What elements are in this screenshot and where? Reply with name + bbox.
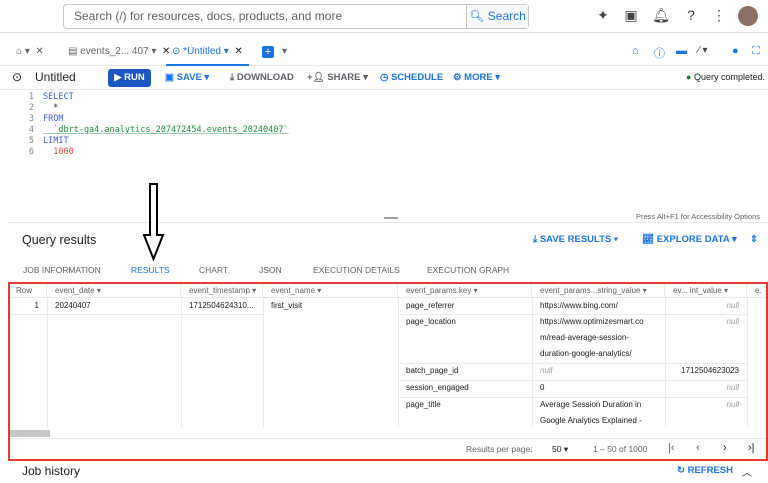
tab-job-information[interactable]: JOB INFORMATION (23, 258, 101, 282)
chevron-up-icon[interactable]: ︿ (742, 464, 752, 479)
code-line: `dbrt-ga4.analytics_207472454.events_202… (43, 125, 289, 135)
home-icon[interactable]: ⌂ (632, 45, 639, 57)
bell-icon[interactable]: 🔔︎ (652, 7, 670, 24)
tab-results[interactable]: RESULTS (116, 258, 185, 284)
schedule-label: SCHEDULE (390, 72, 444, 83)
more-button[interactable]: ⚙ MORE ▾ (453, 66, 500, 90)
run-button[interactable]: ▶ RUN (108, 69, 151, 87)
tab-label: events_2... 407 (80, 46, 149, 57)
sql-editor[interactable]: 1 2 3 4 5 6 SELECT * FROM `dbrt-ga4.anal… (0, 90, 768, 210)
avatar[interactable] (738, 6, 758, 26)
line-number: 4 (28, 125, 34, 135)
tab-untitled[interactable]: ⊙ *Untitled ▾ ✕ (166, 38, 249, 66)
top-bar: Search (/) for resources, docs, products… (0, 0, 768, 33)
accessibility-hint: Press Alt+F1 for Accessibility Options (636, 212, 761, 221)
more-vert-icon[interactable]: ⋮ (710, 7, 728, 24)
query-status: ● Query completed. (686, 72, 765, 82)
query-icon: ⊙ (172, 46, 181, 57)
results-tabs: JOB INFORMATION RESULTS CHART JSON EXECU… (0, 258, 768, 284)
check-circle-icon: ● (686, 72, 692, 82)
query-results-title: Query results (22, 233, 97, 247)
code-line: LIMIT (43, 136, 69, 146)
expand-collapse-icon[interactable]: ⇕ (750, 228, 758, 252)
run-label: RUN (124, 72, 145, 83)
refresh-label: REFRESH (687, 465, 734, 476)
code-line: FROM (43, 114, 64, 124)
search-button-label: Search (487, 9, 526, 23)
tab-chart[interactable]: CHART (199, 258, 228, 282)
line-number: 6 (28, 147, 34, 157)
save-results-label: SAVE RESULTS (539, 234, 612, 245)
tab-execution-graph[interactable]: EXECUTION GRAPH (427, 258, 509, 282)
tab-home[interactable]: ⌂ ▾ ✕ (16, 38, 44, 66)
save-button[interactable]: ▣ SAVE ▾ (165, 66, 209, 90)
explore-data-button[interactable]: 📈︎ EXPLORE DATA ▾ (642, 228, 737, 252)
explore-data-label: EXPLORE DATA (656, 234, 730, 245)
job-history-title: Job history (22, 464, 81, 478)
play-icon: ▶ (114, 72, 122, 83)
share-label: SHARE (327, 72, 361, 83)
search-input[interactable]: Search (/) for resources, docs, products… (63, 4, 529, 29)
editor-tab-bar: ⌂ ▾ ✕ ▤ events_2... 407 ▾ ✕ ⊙ *Untitled … (0, 38, 768, 66)
fullscreen-icon[interactable]: ⛶ (752, 45, 760, 58)
line-number: 5 (28, 136, 34, 146)
close-icon[interactable]: ✕ (234, 46, 242, 57)
more-label: MORE (464, 72, 493, 83)
lightbulb-icon[interactable]: ● (732, 45, 739, 57)
refresh-button[interactable]: ↻ REFRESH (677, 459, 733, 483)
tab-json[interactable]: JSON (259, 258, 282, 282)
share-button[interactable]: +👤︎ SHARE ▾ (307, 66, 368, 90)
query-toolbar: ⊙ Untitled ▶ RUN ▣ SAVE ▾ ⤓ DOWNLOAD +👤︎… (0, 66, 768, 90)
magic-wand-icon[interactable]: ⁄ ▾ (698, 45, 707, 56)
tab-execution-details[interactable]: EXECUTION DETAILS (313, 258, 400, 282)
search-button[interactable]: 🔍︎ Search (466, 5, 528, 28)
resize-handle[interactable] (384, 217, 398, 219)
tab-menu-chevron-icon[interactable]: ▾ (282, 38, 287, 66)
gemini-icon[interactable]: ✦ (594, 7, 612, 24)
status-text: Query completed. (693, 72, 765, 82)
line-number: 1 (28, 92, 34, 102)
search-placeholder: Search (/) for resources, docs, products… (74, 9, 343, 23)
table-icon: ▤ (68, 46, 78, 57)
keyboard-icon[interactable]: ▬ (676, 45, 687, 57)
code-line: 1000 (43, 147, 74, 157)
tab-label: *Untitled (183, 46, 221, 57)
tab-events-table[interactable]: ▤ events_2... 407 ▾ ✕ (68, 38, 170, 66)
line-number: 3 (28, 114, 34, 124)
line-number: 2 (28, 103, 34, 113)
cloud-shell-icon[interactable]: ▣ (622, 7, 640, 24)
schedule-button[interactable]: ◷ SCHEDULE (380, 66, 443, 90)
help-icon[interactable]: ? (682, 7, 700, 23)
info-icon[interactable]: ⓘ (654, 45, 665, 61)
download-label: DOWNLOAD (236, 72, 294, 83)
save-results-button[interactable]: ⤓ SAVE RESULTS ▾ (533, 228, 618, 252)
new-tab-button[interactable]: + (262, 46, 274, 58)
code-line: * (43, 103, 59, 113)
annotation-arrow-icon (143, 183, 165, 261)
query-icon: ⊙ (12, 70, 23, 84)
save-label: SAVE (176, 72, 202, 83)
search-icon: 🔍︎ (469, 9, 485, 23)
highlight-box (8, 282, 768, 461)
download-button[interactable]: ⤓ DOWNLOAD (230, 66, 294, 90)
query-title: Untitled (35, 70, 76, 84)
code-line: SELECT (43, 92, 74, 102)
